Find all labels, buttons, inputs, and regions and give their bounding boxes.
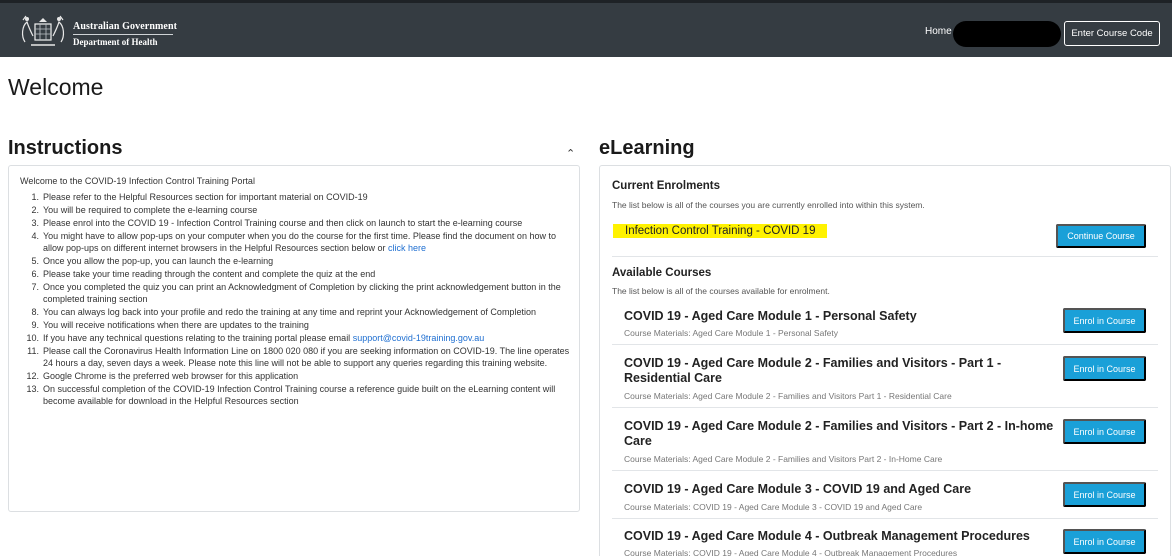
- instructions-intro: Welcome to the COVID-19 Infection Contro…: [20, 176, 255, 186]
- instruction-item: 8. You can always log back into your prof…: [20, 306, 576, 318]
- enrol-course-button[interactable]: Enrol in Course: [1063, 356, 1146, 381]
- enrol-course-button[interactable]: Enrol in Course: [1063, 308, 1146, 333]
- instruction-text: You will receive notifications when ther…: [43, 320, 309, 330]
- course-divider: [612, 518, 1158, 519]
- current-course-title: Infection Control Training - COVID 19: [613, 224, 828, 238]
- instruction-number: 8.: [31, 307, 39, 317]
- instruction-text: On successful completion of the COVID-19…: [43, 384, 556, 406]
- instruction-link[interactable]: click here: [388, 243, 426, 253]
- instruction-text: You might have to allow pop-ups on your …: [43, 231, 556, 253]
- continue-course-button[interactable]: Continue Course: [1056, 224, 1146, 248]
- instructions-list: 1. Please refer to the Helpful Resources …: [20, 191, 576, 408]
- available-courses-note: The list below is all of the courses ava…: [612, 286, 830, 296]
- current-enrolments-note: The list below is all of the courses you…: [612, 200, 925, 210]
- instruction-text: You will be required to complete the e-l…: [43, 205, 258, 215]
- gov-name-line1: Australian Government: [73, 21, 178, 32]
- instruction-number: 5.: [31, 256, 39, 266]
- instruction-number: 1.: [31, 192, 39, 202]
- instruction-item: 13. On successful completion of the COVID…: [20, 383, 576, 407]
- instruction-item: 1. Please refer to the Helpful Resources …: [20, 191, 576, 203]
- coat-of-arms-icon: [21, 15, 65, 46]
- gov-name-line2: Department of Health: [73, 37, 158, 47]
- page-title: Welcome: [8, 74, 104, 100]
- instruction-number: 4.: [31, 231, 39, 241]
- instruction-number: 11.: [27, 346, 39, 356]
- course-materials: Course Materials: COVID 19 - Aged Care M…: [624, 502, 923, 512]
- instruction-text: Please enrol into the COVID 19 - Infecti…: [43, 218, 523, 228]
- instruction-number: 3.: [31, 218, 39, 228]
- instruction-item: 7. Once you completed the quiz you can pr…: [20, 281, 576, 305]
- instruction-item: 10. If you have any technical questions r…: [20, 332, 576, 344]
- enrol-course-button[interactable]: Enrol in Course: [1063, 419, 1146, 444]
- redacted-user-name: [953, 21, 1061, 47]
- course-title: COVID 19 - Aged Care Module 2 - Families…: [624, 419, 1054, 448]
- instruction-number: 13.: [26, 384, 39, 394]
- instruction-item: 2. You will be required to complete the e…: [20, 204, 576, 216]
- instruction-number: 2.: [31, 205, 39, 215]
- chevron-up-icon[interactable]: ⌃: [566, 147, 575, 160]
- section-divider: [612, 256, 1158, 257]
- instruction-text: Please refer to the Helpful Resources se…: [43, 192, 368, 202]
- course-title: COVID 19 - Aged Care Module 3 - COVID 19…: [624, 482, 972, 496]
- instructions-title: Instructions: [8, 137, 123, 159]
- instruction-item: 6. Please take your time reading through …: [20, 268, 576, 280]
- top-nav-bar: Australian Government Department of Heal…: [0, 0, 1172, 57]
- course-divider: [612, 344, 1158, 345]
- instruction-text: Please call the Coronavirus Health Infor…: [43, 346, 570, 368]
- instruction-item: 5. Once you allow the pop-up, you can lau…: [20, 255, 576, 267]
- instruction-text: Please take your time reading through th…: [43, 269, 376, 279]
- government-logo[interactable]: Australian Government Department of Heal…: [17, 12, 177, 52]
- instruction-text: If you have any technical questions rela…: [43, 333, 353, 343]
- elearning-title: eLearning: [599, 137, 695, 159]
- instruction-item: 3. Please enrol into the COVID 19 - Infec…: [20, 217, 576, 229]
- instruction-text: Once you allow the pop-up, you can launc…: [43, 256, 274, 266]
- instruction-number: 7.: [31, 282, 39, 292]
- instruction-item: 4. You might have to allow pop-ups on you…: [20, 230, 576, 254]
- enrol-course-button[interactable]: Enrol in Course: [1063, 482, 1146, 507]
- instruction-number: 10.: [26, 333, 39, 343]
- course-materials: Course Materials: Aged Care Module 1 - P…: [624, 328, 839, 338]
- course-title: COVID 19 - Aged Care Module 2 - Families…: [624, 356, 1002, 385]
- course-divider: [612, 470, 1158, 471]
- instructions-panel: Welcome to the COVID-19 Infection Contro…: [8, 165, 580, 512]
- instruction-link[interactable]: support@covid-19training.gov.au: [353, 333, 485, 343]
- instruction-number: 6.: [31, 269, 39, 279]
- instruction-text: You can always log back into your profil…: [43, 307, 536, 317]
- enter-course-code-button[interactable]: Enter Course Code: [1064, 21, 1160, 46]
- home-link[interactable]: Home: [925, 26, 952, 37]
- available-courses-heading: Available Courses: [612, 267, 712, 279]
- instruction-number: 12.: [26, 371, 39, 381]
- current-enrolments-heading: Current Enrolments: [612, 180, 720, 192]
- instruction-text: Google Chrome is the preferred web brows…: [43, 371, 299, 381]
- instruction-item: 9. You will receive notifications when th…: [20, 319, 576, 331]
- course-materials: Course Materials: COVID 19 - Aged Care M…: [624, 548, 958, 556]
- instruction-number: 9.: [31, 320, 39, 330]
- instruction-text: Once you completed the quiz you can prin…: [43, 282, 561, 304]
- course-title: COVID 19 - Aged Care Module 1 - Personal…: [624, 309, 917, 323]
- course-title: COVID 19 - Aged Care Module 4 - Outbreak…: [624, 529, 1030, 543]
- course-divider: [612, 407, 1158, 408]
- elearning-panel: Current Enrolments The list below is all…: [599, 165, 1171, 556]
- instruction-item: 11. Please call the Coronavirus Health In…: [20, 345, 576, 369]
- course-materials: Course Materials: Aged Care Module 2 - F…: [624, 454, 943, 464]
- logo-divider: [73, 34, 173, 35]
- course-materials: Course Materials: Aged Care Module 2 - F…: [624, 391, 952, 401]
- enrol-course-button[interactable]: Enrol in Course: [1063, 529, 1146, 554]
- instruction-item: 12. Google Chrome is the preferred web br…: [20, 370, 576, 382]
